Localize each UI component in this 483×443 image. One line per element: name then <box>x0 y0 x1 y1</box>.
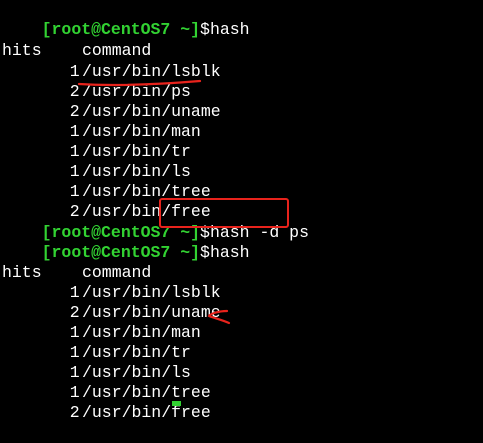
command-path: /usr/bin/ls <box>82 363 191 382</box>
table-row: 2/usr/bin/ps <box>2 62 191 101</box>
table-row: 2/usr/bin/free <box>2 383 211 422</box>
shell-prompt: [root@CentOS7 ~] <box>41 20 201 39</box>
table-row: 1/usr/bin/tree <box>2 363 211 402</box>
command-path: /usr/bin/uname <box>82 303 221 322</box>
table-row: 1/usr/bin/man <box>2 303 201 342</box>
table-row: 2/usr/bin/uname <box>2 82 221 121</box>
command-header: command <box>82 41 152 60</box>
command-text: $hash <box>200 20 250 39</box>
table-row: 1/usr/bin/ls <box>2 343 191 382</box>
table-header: hits command <box>2 21 151 60</box>
command-header: command <box>82 263 152 282</box>
table-row: 1/usr/bin/tr <box>2 323 191 362</box>
command-text: $hash <box>200 243 250 262</box>
command-path: /usr/bin/tr <box>82 343 191 362</box>
hits-value: 2 <box>69 403 80 422</box>
table-row: 1/usr/bin/ls <box>2 142 191 181</box>
table-row: 2/usr/bin/uname <box>2 283 221 322</box>
shell-prompt: [root@CentOS7 ~] <box>41 243 201 262</box>
prompt-line: [root@CentOS7 ~]$hash <box>2 223 250 262</box>
text-cursor <box>172 401 181 406</box>
terminal-window[interactable]: [root@CentOS7 ~]$hash hits command 1/usr/… <box>0 0 483 422</box>
prompt-line: [root@CentOS7 ~]$hash <box>2 0 250 39</box>
table-header: hits command <box>2 243 151 282</box>
command-path: /usr/bin/ls <box>82 162 191 181</box>
command-path: /usr/bin/free <box>82 403 211 422</box>
table-row: 1/usr/bin/lsblk <box>2 42 221 81</box>
command-path: /usr/bin/tr <box>82 142 191 161</box>
table-row: 1/usr/bin/lsblk <box>2 263 221 302</box>
table-row: 1/usr/bin/tree <box>2 162 211 201</box>
table-row: 2/usr/bin/free <box>2 182 211 221</box>
command-path: /usr/bin/uname <box>82 102 221 121</box>
command-path: /usr/bin/tree <box>82 383 211 402</box>
command-path: /usr/bin/man <box>82 323 201 342</box>
command-path: /usr/bin/tree <box>82 182 211 201</box>
command-path: /usr/bin/lsblk <box>82 283 221 302</box>
table-row: 1/usr/bin/tr <box>2 122 191 161</box>
command-path: /usr/bin/man <box>82 122 201 141</box>
command-path: /usr/bin/ps <box>82 82 191 101</box>
prompt-line: [root@CentOS7 ~]$hash -d ps <box>2 203 309 242</box>
command-path: /usr/bin/lsblk <box>82 62 221 81</box>
table-row: 1/usr/bin/man <box>2 102 201 141</box>
